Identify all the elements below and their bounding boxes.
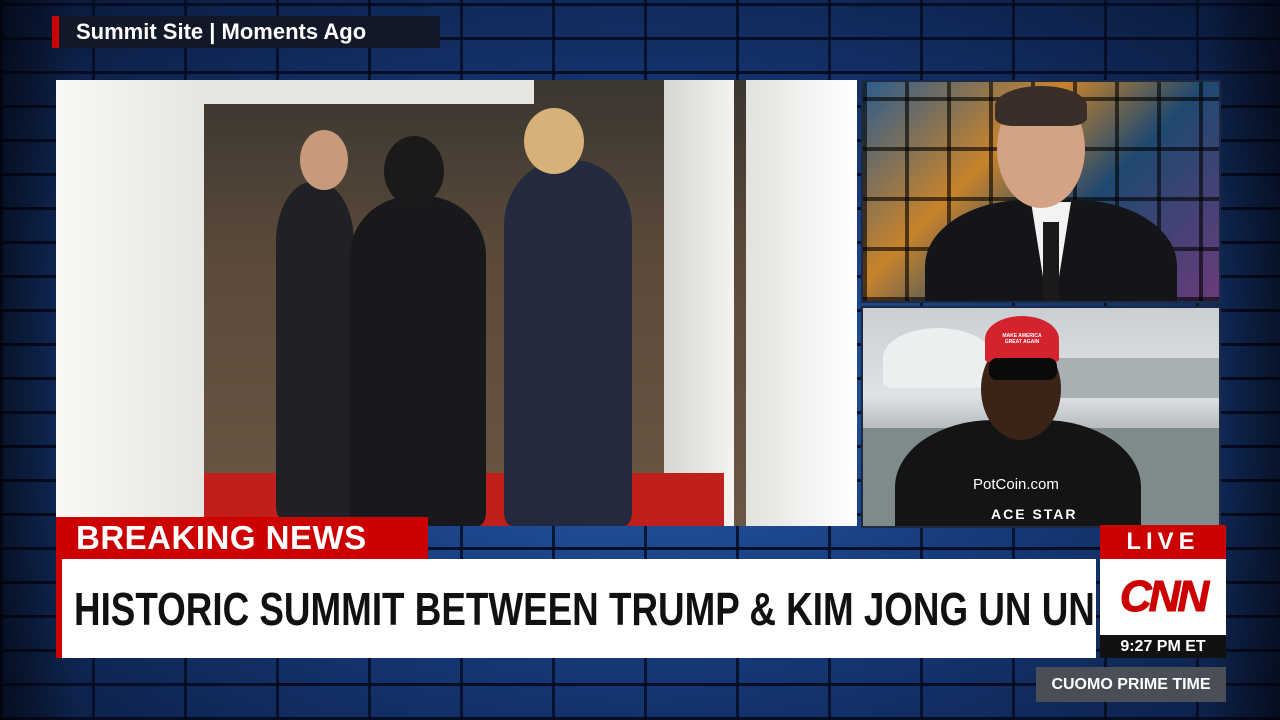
person-center [350,196,486,526]
skyline-building [883,328,993,388]
person-right [504,160,632,526]
location-tag: Summit Site | Moments Ago [52,16,440,48]
person-left-head [300,130,348,190]
sunglasses [989,358,1057,380]
red-accent-bar [52,16,59,48]
live-badge: LIVE [1100,525,1226,559]
location-label: Summit Site | Moments Ago [76,19,367,44]
shirt-subtext: ACE STAR [991,506,1078,522]
live-label: LIVE [1126,528,1200,555]
person-right-head [524,108,584,174]
show-name-tag: CUOMO PRIME TIME [1036,667,1226,702]
left-pillar [56,80,204,526]
network-logo: CNN [1100,559,1226,635]
shirt-text: PotCoin.com [973,476,1059,493]
main-video-feed [56,80,857,526]
person-center-head [384,136,444,206]
time-text: 9:27 PM ET [1120,637,1206,655]
headline-inner: HISTORIC SUMMIT BETWEEN TRUMP & KIM JONG… [62,559,1096,658]
guest-cap: MAKE AMERICA GREAT AGAIN [985,316,1059,362]
anchor-video-panel [861,80,1221,303]
time-display: 9:27 PM ET [1100,635,1226,658]
guest-video-panel: MAKE AMERICA GREAT AGAIN PotCoin.com ACE… [861,306,1221,528]
person-left [276,182,354,518]
breaking-news-label: BREAKING NEWS [76,519,367,556]
door-lintel [204,80,534,104]
headline-box: HISTORIC SUMMIT BETWEEN TRUMP & KIM JONG… [56,559,1096,658]
right-pillar [664,80,734,526]
cnn-logo-text: CNN [1119,572,1209,622]
headline-text: HISTORIC SUMMIT BETWEEN TRUMP & KIM JONG… [74,582,1096,635]
show-name-text: CUOMO PRIME TIME [1051,675,1211,693]
cap-text: MAKE AMERICA GREAT AGAIN [1002,333,1042,345]
right-wall [746,80,857,526]
skyline-buildings [1043,358,1219,398]
breaking-news-banner: BREAKING NEWS [56,517,428,559]
anchor-hair [995,86,1087,126]
anchor-tie [1043,222,1059,301]
